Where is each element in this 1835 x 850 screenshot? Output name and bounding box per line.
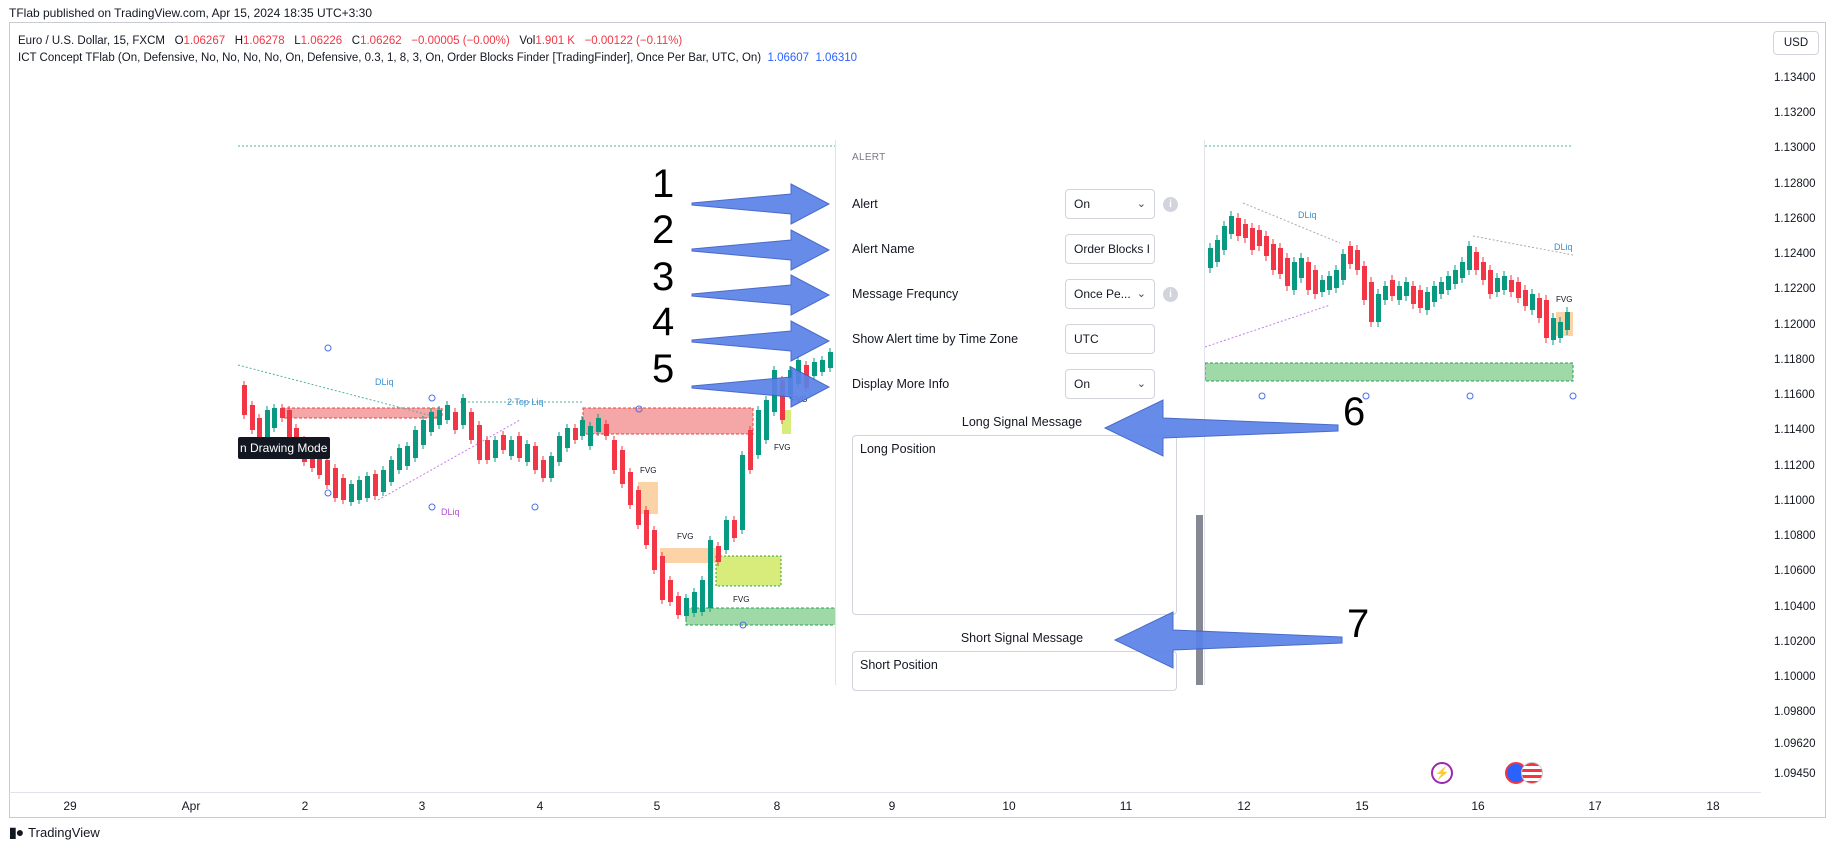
brand-name: TradingView: [28, 825, 100, 840]
annotation-2: 2: [652, 208, 675, 252]
annotation-4: 4: [652, 300, 675, 344]
annotation-3: 3: [652, 255, 675, 299]
annotation-7: 7: [1347, 602, 1370, 646]
arrow-shape: [691, 320, 831, 362]
annotation-5: 5: [652, 347, 675, 391]
lightning-icon[interactable]: ⚡: [1431, 762, 1453, 784]
arrow-shape: [691, 229, 831, 271]
arrow-shape: [1113, 611, 1343, 669]
arrow-shape: [691, 366, 831, 408]
tradingview-footer[interactable]: ▮● TradingView: [9, 824, 100, 841]
annotation-1: 1: [652, 162, 675, 206]
bottom-right-icons: ⚡: [1431, 762, 1543, 784]
us-flag-icon: [1521, 762, 1543, 784]
annotation-arrows: [691, 183, 1343, 669]
arrow-shape: [691, 274, 831, 316]
arrow-shape: [1103, 399, 1339, 457]
annotation-6: 6: [1343, 390, 1366, 434]
tradingview-logo-icon: ▮●: [9, 824, 24, 840]
arrow-shape: [691, 183, 831, 225]
flags-icon[interactable]: [1505, 762, 1543, 784]
